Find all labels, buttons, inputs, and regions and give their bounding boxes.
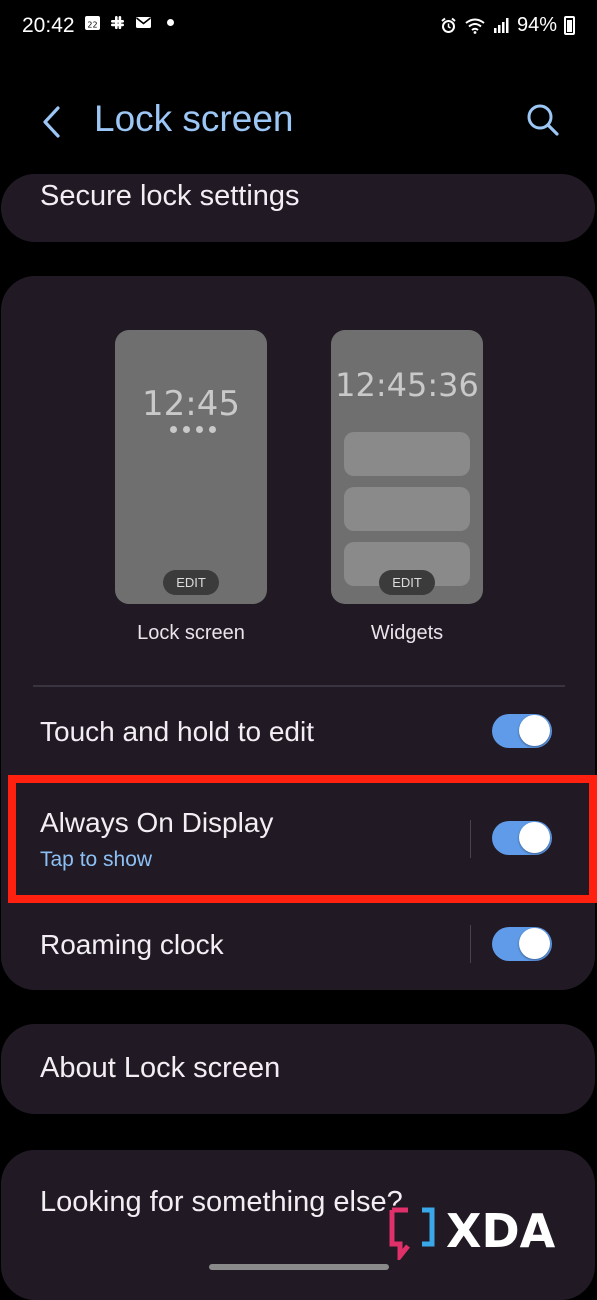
search-icon[interactable]	[523, 100, 563, 140]
more-notifications-dot	[167, 19, 174, 26]
divider	[33, 685, 565, 687]
signal-icon	[493, 18, 509, 33]
widgets-preview[interactable]: 12:45:36 EDIT	[331, 330, 483, 604]
touch-hold-toggle[interactable]	[492, 714, 552, 748]
about-lock-screen-item[interactable]: About Lock screen	[1, 1024, 595, 1114]
page-title: Lock screen	[94, 98, 294, 139]
calendar-icon: 22	[85, 16, 100, 30]
looking-for-something-else-label: Looking for something else?	[40, 1186, 403, 1218]
mail-icon	[136, 17, 151, 28]
preview-widget	[344, 432, 470, 476]
battery-percent: 94%	[516, 14, 557, 36]
widgets-preview-caption: Widgets	[370, 622, 444, 644]
svg-text:22: 22	[87, 21, 97, 30]
widgets-edit-button[interactable]: EDIT	[379, 570, 435, 595]
xda-logo-icon: XDA	[389, 1204, 556, 1260]
preview-widget	[344, 487, 470, 531]
preview-dots	[170, 426, 216, 433]
about-lock-screen-label: About Lock screen	[40, 1052, 281, 1084]
status-time: 20:42	[22, 14, 75, 37]
slack-icon	[111, 16, 124, 29]
wifi-icon	[465, 18, 485, 34]
back-arrow-icon[interactable]	[36, 100, 72, 144]
system-icons: 94%	[440, 14, 575, 37]
touch-hold-label: Touch and hold to edit	[40, 716, 314, 747]
lock-screen-edit-button[interactable]: EDIT	[163, 570, 219, 595]
secure-lock-settings-label: Secure lock settings	[40, 180, 300, 212]
lock-screen-preview[interactable]: 12:45 EDIT	[115, 330, 267, 604]
roaming-clock-label: Roaming clock	[40, 929, 224, 960]
alarm-icon	[441, 17, 456, 33]
secure-lock-settings-item[interactable]: Secure lock settings	[1, 174, 595, 242]
status-bar: 20:42 22 94%	[0, 0, 597, 54]
lock-screen-preview-caption: Lock screen	[137, 622, 245, 644]
svg-text:XDA: XDA	[446, 1204, 556, 1258]
roaming-clock-toggle[interactable]	[492, 927, 552, 961]
highlight-box	[8, 775, 597, 903]
battery-icon	[564, 16, 575, 35]
preview-clock: 12:45:36	[335, 366, 479, 404]
preview-clock: 12:45	[142, 384, 240, 424]
notification-icons: 22	[84, 14, 174, 31]
separator	[470, 925, 471, 963]
home-indicator[interactable]	[209, 1264, 389, 1270]
app-header: Lock screen	[0, 90, 597, 160]
